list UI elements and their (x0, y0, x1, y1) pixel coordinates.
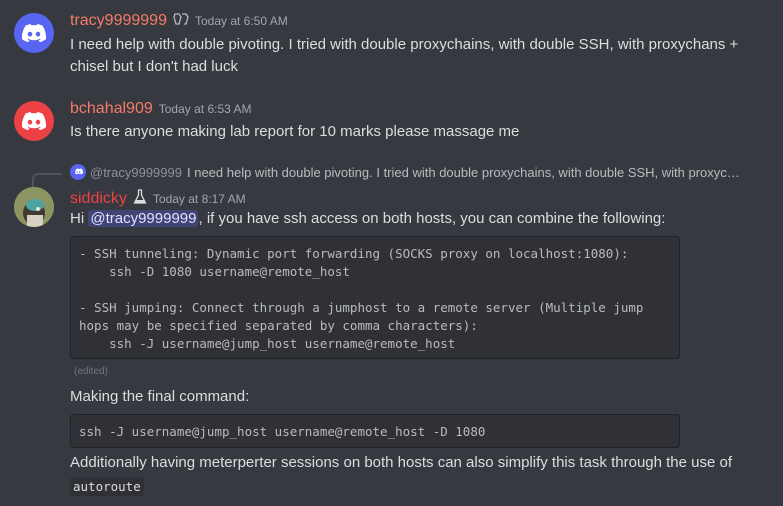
flask-icon[interactable] (133, 189, 147, 209)
inline-code-autoroute[interactable]: autoroute (70, 477, 144, 496)
edited-label: (edited) (74, 366, 108, 377)
user-mention[interactable]: @tracy9999999 (88, 210, 199, 227)
avatar[interactable] (14, 101, 54, 141)
timestamp: Today at 8:17 AM (152, 192, 246, 206)
code-block-ssh-options[interactable]: - SSH tunneling: Dynamic port forwarding… (70, 236, 680, 359)
nitro-badge-icon[interactable] (173, 12, 189, 30)
reply-mention[interactable]: @tracy9999999 (90, 165, 182, 180)
avatar[interactable] (14, 13, 54, 53)
closing-text: Additionally having meterperter sessions… (70, 454, 733, 496)
timestamp: Today at 6:50 AM (194, 14, 288, 28)
username[interactable]: siddicky (70, 190, 127, 208)
discord-logo-icon (22, 112, 46, 130)
message-text: Is there anyone making lab report for 10… (70, 123, 520, 140)
message-1: tracy9999999 Today at 6:50 AM I need hel… (0, 0, 783, 90)
timestamp: Today at 6:53 AM (158, 102, 252, 116)
username[interactable]: tracy9999999 (70, 12, 167, 30)
ape-avatar-icon (14, 187, 54, 227)
message-intro: Hi @tracy9999999, if you have ssh access… (70, 210, 666, 227)
message-2: bchahal909 Today at 6:53 AM Is there any… (0, 90, 783, 150)
username[interactable]: bchahal909 (70, 100, 153, 118)
message-text: I need help with double pivoting. I trie… (70, 36, 739, 75)
message-3: @tracy9999999 I need help with double pi… (0, 160, 783, 506)
reply-preview[interactable]: @tracy9999999 I need help with double pi… (70, 164, 740, 180)
avatar[interactable] (14, 187, 54, 227)
code-block-final-command[interactable]: ssh -J username@jump_host username@remot… (70, 414, 680, 448)
discord-mini-avatar-icon (70, 164, 86, 180)
final-command-label: Making the final command: (70, 388, 250, 405)
reply-text: I need help with double pivoting. I trie… (186, 164, 740, 180)
discord-logo-icon (22, 24, 46, 42)
